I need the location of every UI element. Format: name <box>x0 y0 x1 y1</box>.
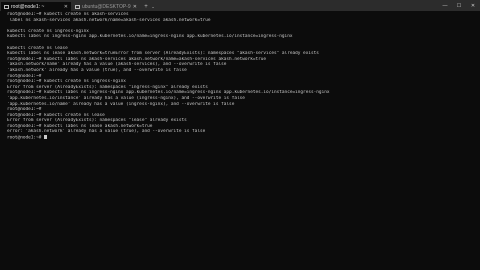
tab-ubuntu-desktop[interactable]: ubuntu@DESKTOP-9P2M0B4: ~ ✕ <box>72 2 140 11</box>
tab-root-node1[interactable]: root@node1: ~ ✕ <box>1 2 71 11</box>
terminal-window: root@node1: ~ ✕ ubuntu@DESKTOP-9P2M0B4: … <box>0 0 480 270</box>
close-tab-icon[interactable]: ✕ <box>133 4 137 10</box>
terminal-output[interactable]: root@node1:~# kubectl create ns akash-se… <box>0 11 480 270</box>
close-window-button[interactable]: ✕ <box>466 0 480 11</box>
new-tab-button[interactable]: + <box>142 2 150 11</box>
terminal-line: root@node1:~# <box>7 135 480 141</box>
text-cursor <box>44 135 47 140</box>
window-controls: — ☐ ✕ <box>438 0 480 11</box>
close-tab-icon[interactable]: ✕ <box>64 4 68 10</box>
tab-label: root@node1: ~ <box>11 3 45 10</box>
tab-bar: root@node1: ~ ✕ ubuntu@DESKTOP-9P2M0B4: … <box>0 0 480 11</box>
maximize-button[interactable]: ☐ <box>452 0 466 11</box>
terminal-icon <box>75 4 80 9</box>
tab-label: ubuntu@DESKTOP-9P2M0B4: ~ <box>82 3 131 10</box>
tab-dropdown-icon[interactable]: ⌄ <box>150 2 156 11</box>
terminal-icon <box>4 4 9 9</box>
minimize-button[interactable]: — <box>438 0 452 11</box>
